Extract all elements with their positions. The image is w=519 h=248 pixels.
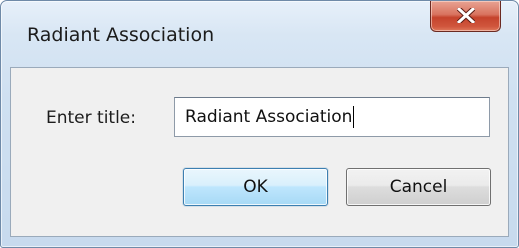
- title-bar[interactable]: Radiant Association: [1, 1, 518, 67]
- text-caret: [353, 106, 355, 128]
- close-button[interactable]: [430, 1, 501, 32]
- window-title: Radiant Association: [27, 24, 215, 46]
- title-field-label: Enter title:: [46, 108, 136, 128]
- dialog-content: Enter title: Radiant Association OK Canc…: [10, 67, 509, 237]
- ok-button-label: OK: [243, 177, 268, 197]
- dialog-window: Radiant Association Enter title: Radiant…: [0, 0, 519, 248]
- cancel-button-label: Cancel: [389, 177, 448, 197]
- ok-button[interactable]: OK: [183, 168, 328, 206]
- close-icon: [457, 8, 475, 23]
- cancel-button[interactable]: Cancel: [346, 168, 491, 206]
- title-input[interactable]: Radiant Association: [174, 97, 490, 137]
- title-input-value: Radiant Association: [185, 107, 353, 127]
